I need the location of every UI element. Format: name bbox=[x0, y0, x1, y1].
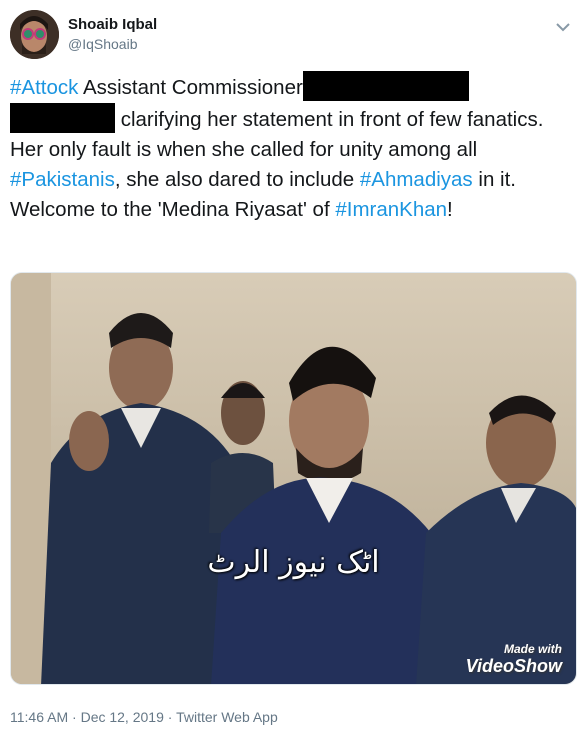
meta-separator: · bbox=[163, 709, 177, 725]
video-frame bbox=[11, 273, 576, 684]
meta-separator: · bbox=[68, 709, 81, 725]
tweet-text: #Attock Assistant Commissioner clarifyin… bbox=[10, 71, 570, 225]
tweet-header: Shoaib Iqbal @IqShoaib bbox=[10, 10, 577, 60]
redaction-bar bbox=[302, 71, 469, 101]
tweet-date[interactable]: Dec 12, 2019 bbox=[81, 709, 164, 725]
tweet-text-part: Assistant Commissioner bbox=[78, 76, 303, 99]
hashtag-pakistanis[interactable]: #Pakistanis bbox=[10, 168, 115, 191]
tweet-time[interactable]: 11:46 AM bbox=[10, 709, 68, 725]
hashtag-attock[interactable]: #Attock bbox=[10, 76, 78, 99]
hashtag-imrankhan[interactable]: #ImranKhan bbox=[335, 198, 447, 221]
video-media[interactable]: اٹک نیوز الرٹ Made with VideoShow bbox=[10, 272, 577, 685]
chevron-down-icon[interactable] bbox=[555, 20, 571, 32]
watermark: Made with VideoShow bbox=[466, 642, 562, 676]
tweet-meta: 11:46 AM · Dec 12, 2019 · Twitter Web Ap… bbox=[10, 709, 278, 725]
redaction-bar bbox=[10, 103, 115, 133]
profile-avatar-icon bbox=[10, 10, 59, 59]
video-caption: اٹک نیوز الرٹ bbox=[207, 545, 380, 580]
avatar[interactable] bbox=[10, 10, 59, 59]
tweet-source[interactable]: Twitter Web App bbox=[176, 709, 278, 725]
author-name[interactable]: Shoaib Iqbal bbox=[68, 16, 157, 33]
hashtag-ahmadiyas[interactable]: #Ahmadiyas bbox=[360, 168, 473, 191]
tweet-text-part: , she also dared to include bbox=[114, 168, 360, 191]
watermark-line2: VideoShow bbox=[465, 656, 562, 676]
tweet-text-part: ! bbox=[447, 198, 453, 221]
author-handle[interactable]: @IqShoaib bbox=[68, 36, 137, 52]
watermark-line1: Made with bbox=[503, 642, 562, 656]
